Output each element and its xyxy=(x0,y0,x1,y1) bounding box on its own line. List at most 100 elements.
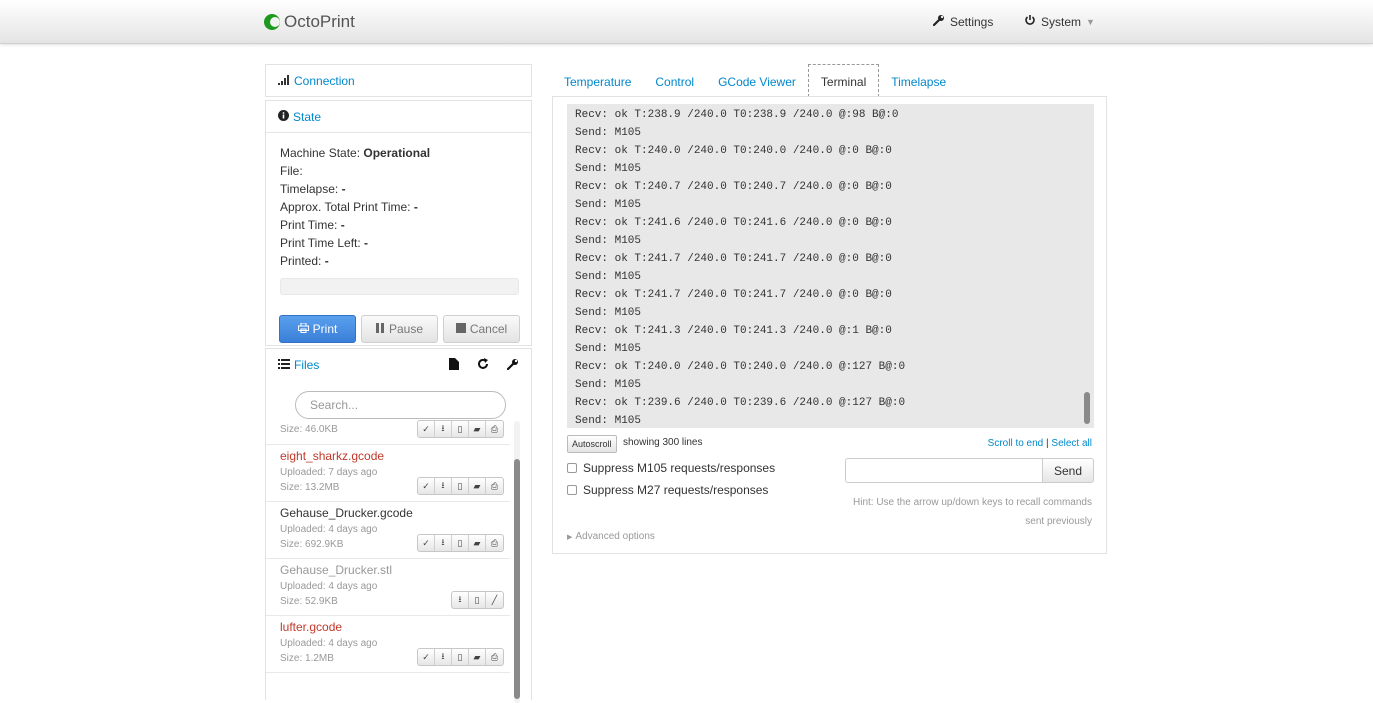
terminal-line: Recv: ok T:241.6 /240.0 T0:241.6 /240.0 … xyxy=(575,217,892,229)
trash-icon[interactable]: ▯ xyxy=(452,478,469,494)
autoscroll-button[interactable]: Autoscroll xyxy=(567,435,617,453)
advanced-options-toggle[interactable]: ▶ Advanced options xyxy=(567,531,655,542)
file-name[interactable]: eight_sharkz.gcode xyxy=(280,448,496,465)
state-header[interactable]: State xyxy=(266,101,531,133)
machine-state-row: Machine State: Operational xyxy=(280,146,431,160)
settings-link[interactable]: Settings xyxy=(932,14,994,29)
file-search-input[interactable] xyxy=(295,391,506,419)
terminal-line: Send: M105 xyxy=(575,235,642,247)
load-icon[interactable]: ✓ xyxy=(418,478,435,494)
system-menu[interactable]: System ▼ xyxy=(1024,14,1095,29)
terminal-line: Recv: ok T:241.7 /240.0 T0:241.7 /240.0 … xyxy=(575,289,892,301)
list-item[interactable]: Gehause_Drucker.stl Uploaded: 4 days ago… xyxy=(266,559,510,616)
file-actions: ✓ ⭳ ▯ ▰ ⎙ xyxy=(417,534,504,552)
print-icon[interactable]: ⎙ xyxy=(486,478,503,494)
files-title-link[interactable]: Files xyxy=(278,358,319,372)
power-icon xyxy=(1024,14,1036,29)
download-icon[interactable]: ⭳ xyxy=(435,649,452,665)
terminal-line: Send: M105 xyxy=(575,163,642,175)
select-all-link[interactable]: Select all xyxy=(1051,438,1092,449)
connection-panel: Connection xyxy=(265,64,532,97)
file-actions: ⭳ ▯ ╱ xyxy=(451,591,504,609)
cancel-button[interactable]: Cancel xyxy=(443,315,520,343)
terminal-line: Send: M105 xyxy=(575,127,642,139)
download-icon[interactable]: ⭳ xyxy=(435,421,452,437)
system-label: System xyxy=(1041,14,1082,29)
download-icon[interactable]: ⭳ xyxy=(435,535,452,551)
wrench-icon[interactable] xyxy=(506,358,519,373)
terminal-line: Send: M105 xyxy=(575,343,642,355)
new-file-icon[interactable] xyxy=(449,357,459,373)
print-icon[interactable]: ⎙ xyxy=(486,649,503,665)
checkbox-box[interactable] xyxy=(567,485,577,495)
terminal-scrollbar-thumb[interactable] xyxy=(1084,392,1090,424)
trash-icon[interactable]: ▯ xyxy=(469,592,486,608)
suppress-m27-checkbox[interactable]: Suppress M27 requests/responses xyxy=(567,483,768,497)
terminal-line: Send: M105 xyxy=(575,271,642,283)
wrench-icon xyxy=(932,14,945,29)
load-icon[interactable]: ✓ xyxy=(418,535,435,551)
connection-header[interactable]: Connection xyxy=(266,65,531,97)
brand[interactable]: OctoPrint xyxy=(264,10,355,34)
list-item[interactable]: lufter.gcode Uploaded: 4 days ago Size: … xyxy=(266,616,510,673)
files-toolbar xyxy=(449,357,519,373)
trash-icon[interactable]: ▯ xyxy=(452,649,469,665)
list-item[interactable]: Gehause_Drucker.gcode Uploaded: 4 days a… xyxy=(266,502,510,559)
files-panel: Files Size: 46.0KB ✓ ⭳ ▯ ▰ ⎙ xyxy=(265,348,532,703)
load-icon[interactable]: ✓ xyxy=(418,649,435,665)
terminal-line: Send: M105 xyxy=(575,415,642,427)
download-icon[interactable]: ⭳ xyxy=(435,478,452,494)
terminal-line: Recv: ok T:238.9 /240.0 T0:238.9 /240.0 … xyxy=(575,109,899,121)
settings-label: Settings xyxy=(950,14,994,29)
print-icon[interactable]: ⎙ xyxy=(486,535,503,551)
connection-title: Connection xyxy=(294,74,355,88)
caret-down-icon: ▼ xyxy=(1086,16,1095,27)
print-progress-bar xyxy=(280,278,519,295)
print-button[interactable]: Print xyxy=(279,315,356,343)
list-item[interactable]: eight_sharkz.gcode Uploaded: 7 days ago … xyxy=(266,445,510,502)
tab-gcode-viewer[interactable]: GCode Viewer xyxy=(706,64,808,97)
file-name[interactable]: lufter.gcode xyxy=(280,619,496,636)
file-name[interactable]: Gehause_Drucker.gcode xyxy=(280,505,496,522)
file-list-scrollbar-thumb[interactable] xyxy=(514,459,520,699)
signal-icon xyxy=(278,74,290,88)
trash-icon[interactable]: ▯ xyxy=(452,535,469,551)
command-input[interactable] xyxy=(845,458,1043,483)
pause-button[interactable]: Pause xyxy=(361,315,438,343)
trash-icon[interactable]: ▯ xyxy=(452,421,469,437)
terminal-output[interactable]: Recv: ok T:238.9 /240.0 T0:238.9 /240.0 … xyxy=(567,104,1094,428)
state-buttons: Print Pause Cancel xyxy=(266,295,531,343)
tab-temperature[interactable]: Temperature xyxy=(552,64,643,97)
tab-control[interactable]: Control xyxy=(643,64,706,97)
folder-icon[interactable]: ▰ xyxy=(469,649,486,665)
file-actions: ✓ ⭳ ▯ ▰ ⎙ xyxy=(417,420,504,438)
terminal-text: Recv: ok T:238.9 /240.0 T0:238.9 /240.0 … xyxy=(567,104,1094,428)
main-tabs: Temperature Control GCode Viewer Termina… xyxy=(552,64,1107,97)
terminal-line: Recv: ok T:239.6 /240.0 T0:239.6 /240.0 … xyxy=(575,397,906,409)
checkbox-box[interactable] xyxy=(567,463,577,473)
scroll-to-end-link[interactable]: Scroll to end xyxy=(988,438,1044,449)
print-icon[interactable]: ⎙ xyxy=(486,421,503,437)
slice-icon[interactable]: ╱ xyxy=(486,592,503,608)
print-time-left-row: Print Time Left: - xyxy=(280,236,369,250)
state-body: Machine State: Operational File: Timelap… xyxy=(266,133,531,295)
folder-icon[interactable]: ▰ xyxy=(469,535,486,551)
suppress-m105-checkbox[interactable]: Suppress M105 requests/responses xyxy=(567,461,775,475)
terminal-scrollbar[interactable] xyxy=(1084,106,1090,424)
send-button[interactable]: Send xyxy=(1042,458,1094,483)
load-icon[interactable]: ✓ xyxy=(418,421,435,437)
hint-text: Hint: Use the arrow up/down keys to reca… xyxy=(853,497,1092,527)
tab-terminal[interactable]: Terminal xyxy=(807,64,880,97)
folder-icon[interactable]: ▰ xyxy=(469,421,486,437)
files-header: Files xyxy=(266,349,531,381)
terminal-line: Send: M105 xyxy=(575,199,642,211)
folder-icon[interactable]: ▰ xyxy=(469,478,486,494)
octoprint-logo-icon xyxy=(264,14,280,30)
download-icon[interactable]: ⭳ xyxy=(452,592,469,608)
terminal-line: Send: M105 xyxy=(575,379,642,391)
list-item[interactable]: Size: 46.0KB ✓ ⭳ ▯ ▰ ⎙ xyxy=(266,419,510,445)
terminal-content: Recv: ok T:238.9 /240.0 T0:238.9 /240.0 … xyxy=(552,96,1107,554)
refresh-icon[interactable] xyxy=(477,357,489,373)
tab-timelapse[interactable]: Timelapse xyxy=(879,64,958,97)
file-name[interactable]: Gehause_Drucker.stl xyxy=(280,562,496,579)
